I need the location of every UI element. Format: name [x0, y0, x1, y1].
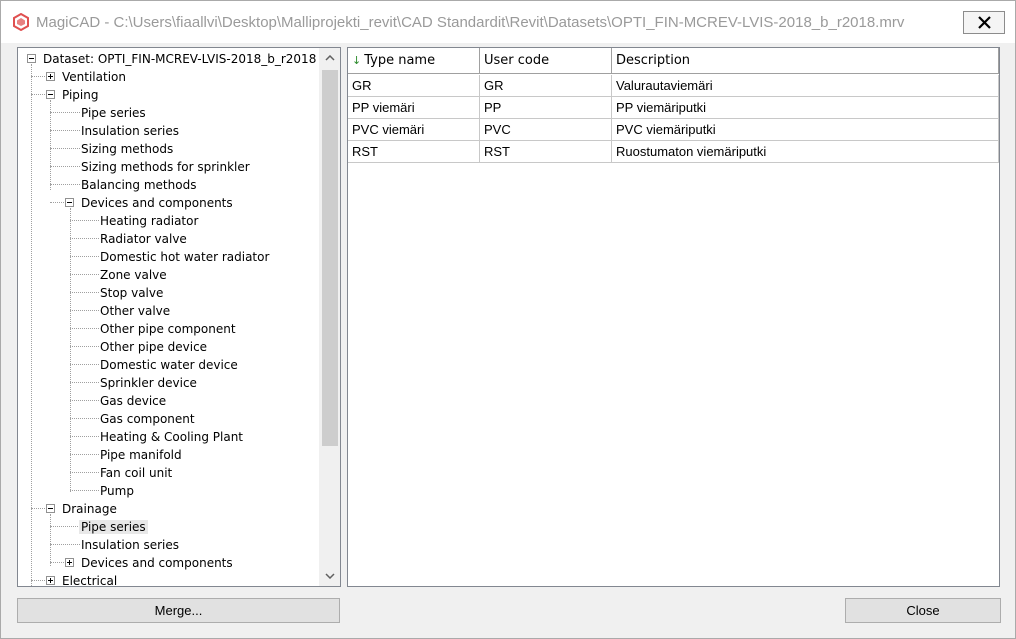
- chevron-up-icon: [324, 54, 335, 61]
- tree-node-piping-devices[interactable]: Devices and components: [79, 194, 235, 212]
- electrical-expand-toggle[interactable]: [46, 576, 55, 585]
- tree-node-piping-insulation-series[interactable]: Insulation series: [79, 122, 181, 140]
- tree-node-drainage[interactable]: Drainage: [60, 500, 119, 518]
- scroll-up-button[interactable]: [319, 48, 340, 68]
- tree-node-device[interactable]: Heating & Cooling Plant: [98, 428, 245, 446]
- table-row[interactable]: PP viemäri PP PP viemäriputki: [348, 97, 999, 119]
- tree-node-device[interactable]: Sprinkler device: [98, 374, 199, 392]
- column-header-description[interactable]: Description: [612, 48, 999, 74]
- tree-node-piping[interactable]: Piping: [60, 86, 100, 104]
- table-row[interactable]: RST RST Ruostumaton viemäriputki: [348, 141, 999, 163]
- title-bar: MagiCAD - C:\Users\fiaallvi\Desktop\Mall…: [1, 1, 1015, 43]
- tree-node-piping-pipe-series[interactable]: Pipe series: [79, 104, 148, 122]
- tree-node-drainage-devices[interactable]: Devices and components: [79, 554, 235, 572]
- tree-node-device[interactable]: Stop valve: [98, 284, 165, 302]
- tree-node-device[interactable]: Gas component: [98, 410, 197, 428]
- cell-type-name[interactable]: PP viemäri: [348, 97, 480, 119]
- tree-node-ventilation[interactable]: Ventilation: [60, 68, 128, 86]
- scrollbar-thumb[interactable]: [322, 70, 338, 446]
- drainage-devices-expand-toggle[interactable]: [65, 558, 74, 567]
- root-collapse-toggle[interactable]: [27, 54, 36, 63]
- merge-button[interactable]: Merge...: [17, 598, 340, 623]
- close-icon: [978, 16, 991, 29]
- tree-node-drainage-insulation-series[interactable]: Insulation series: [79, 536, 181, 554]
- tree-vertical-scrollbar[interactable]: [319, 48, 340, 586]
- ventilation-expand-toggle[interactable]: [46, 72, 55, 81]
- tree-node-sizing-methods-sprinkler[interactable]: Sizing methods for sprinkler: [79, 158, 252, 176]
- sort-down-arrow-icon: ↓: [352, 54, 362, 67]
- tree-node-dataset-root[interactable]: Dataset: OPTI_FIN-MCREV-LVIS-2018_b_r201…: [41, 50, 318, 68]
- cell-description[interactable]: PP viemäriputki: [612, 97, 999, 119]
- piping-collapse-toggle[interactable]: [46, 90, 55, 99]
- tree-node-device[interactable]: Pipe manifold: [98, 446, 184, 464]
- grid-header: ↓ Type name User code Description: [348, 48, 999, 74]
- scroll-down-button[interactable]: [319, 566, 340, 586]
- chevron-down-icon: [324, 573, 335, 580]
- tree-node-device[interactable]: Gas device: [98, 392, 168, 410]
- tree-node-device[interactable]: Domestic water device: [98, 356, 240, 374]
- tree-node-device[interactable]: Fan coil unit: [98, 464, 174, 482]
- dataset-tree: Dataset: OPTI_FIN-MCREV-LVIS-2018_b_r201…: [18, 48, 320, 586]
- tree-node-sizing-methods[interactable]: Sizing methods: [79, 140, 175, 158]
- window-close-button[interactable]: [963, 11, 1005, 34]
- tree-node-device[interactable]: Other valve: [98, 302, 172, 320]
- tree-node-device[interactable]: Other pipe component: [98, 320, 238, 338]
- tree-node-device[interactable]: Radiator valve: [98, 230, 189, 248]
- tree-node-device[interactable]: Zone valve: [98, 266, 169, 284]
- cell-user-code[interactable]: RST: [480, 141, 612, 163]
- column-header-user-code[interactable]: User code: [480, 48, 612, 74]
- close-button[interactable]: Close: [845, 598, 1001, 623]
- table-row[interactable]: GR GR Valurautaviemäri: [348, 75, 999, 97]
- column-header-type-name[interactable]: ↓ Type name: [348, 48, 480, 74]
- drainage-collapse-toggle[interactable]: [46, 504, 55, 513]
- tree-node-balancing-methods[interactable]: Balancing methods: [79, 176, 198, 194]
- dataset-tree-panel: Dataset: OPTI_FIN-MCREV-LVIS-2018_b_r201…: [17, 47, 341, 587]
- window-title: MagiCAD - C:\Users\fiaallvi\Desktop\Mall…: [36, 14, 905, 31]
- cell-description[interactable]: Ruostumaton viemäriputki: [612, 141, 999, 163]
- tree-node-device[interactable]: Other pipe device: [98, 338, 209, 356]
- cell-type-name[interactable]: PVC viemäri: [348, 119, 480, 141]
- tree-node-device[interactable]: Pump: [98, 482, 136, 500]
- cell-type-name[interactable]: GR: [348, 75, 480, 97]
- tree-node-device[interactable]: Domestic hot water radiator: [98, 248, 271, 266]
- cell-user-code[interactable]: PP: [480, 97, 612, 119]
- cell-description[interactable]: PVC viemäriputki: [612, 119, 999, 141]
- cell-description[interactable]: Valurautaviemäri: [612, 75, 999, 97]
- tree-node-device[interactable]: Heating radiator: [98, 212, 200, 230]
- table-row[interactable]: PVC viemäri PVC PVC viemäriputki: [348, 119, 999, 141]
- magicad-dialog: MagiCAD - C:\Users\fiaallvi\Desktop\Mall…: [0, 0, 1016, 639]
- tree-node-drainage-pipe-series[interactable]: Pipe series: [79, 518, 148, 536]
- type-grid: ↓ Type name User code Description GR GR V…: [347, 47, 1000, 587]
- cell-user-code[interactable]: PVC: [480, 119, 612, 141]
- cell-type-name[interactable]: RST: [348, 141, 480, 163]
- devices-collapse-toggle[interactable]: [65, 198, 74, 207]
- cell-user-code[interactable]: GR: [480, 75, 612, 97]
- tree-node-electrical[interactable]: Electrical: [60, 572, 119, 586]
- magicad-logo-icon: [12, 12, 30, 32]
